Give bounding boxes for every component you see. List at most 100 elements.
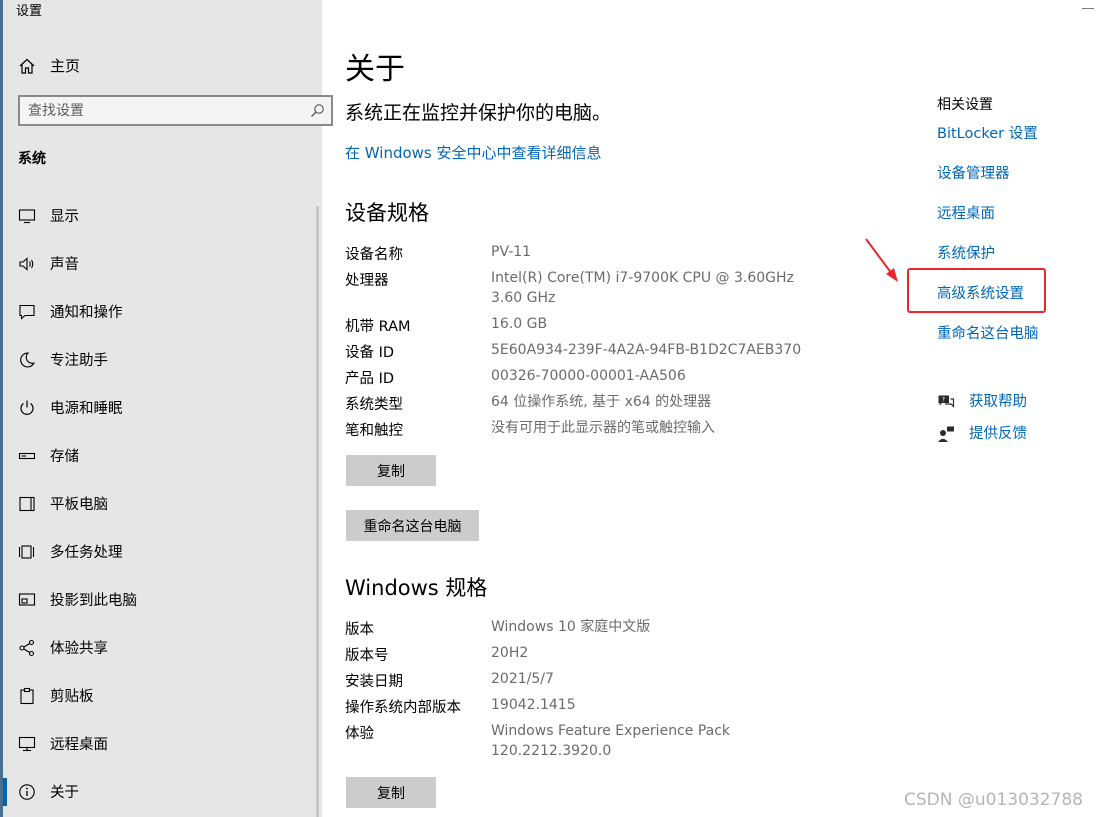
sidebar-item-focus-assist[interactable]: 专注助手	[14, 340, 314, 380]
sidebar-item-about[interactable]: 关于	[14, 772, 314, 812]
share-icon	[19, 639, 35, 657]
window-left-edge	[0, 0, 3, 817]
copy-device-specs-button[interactable]: 复制	[346, 455, 436, 486]
sidebar-item-label: 专注助手	[50, 353, 108, 369]
spec-label: 设备 ID	[345, 345, 395, 361]
window-title: 设置	[16, 4, 43, 19]
give-feedback-label: 提供反馈	[969, 426, 1027, 442]
spec-value: 00326-70000-00001-AA506	[491, 368, 686, 384]
bitlocker-settings-link[interactable]: BitLocker 设置	[937, 122, 1038, 143]
remote-desktop-link[interactable]: 远程桌面	[937, 202, 995, 223]
copy-windows-specs-button[interactable]: 复制	[346, 777, 436, 808]
spec-value: Windows Feature Experience Pack	[491, 723, 731, 739]
rename-this-pc-link[interactable]: 重命名这台电脑	[937, 322, 1039, 343]
sidebar-item-label: 体验共享	[50, 641, 108, 657]
sidebar-item-shared-experiences[interactable]: 体验共享	[14, 628, 314, 668]
navigation-pane: 设置 主页 系统 显示 声音 通知和操作	[0, 0, 333, 817]
sidebar-item-label: 存储	[50, 449, 79, 465]
power-icon	[20, 400, 34, 415]
spec-value: 没有可用于此显示器的笔或触控输入	[491, 420, 715, 436]
tablet-icon	[19, 496, 35, 512]
spec-label: 机带 RAM	[345, 319, 411, 335]
sidebar-item-storage[interactable]: 存储	[14, 436, 314, 476]
display-icon	[18, 209, 36, 224]
notification-icon	[19, 304, 35, 320]
sidebar-item-label: 远程桌面	[50, 737, 108, 753]
spec-label: 体验	[345, 726, 374, 742]
remote-desktop-icon	[18, 736, 36, 752]
spec-value: 16.0 GB	[491, 316, 548, 332]
spec-label: 版本号	[345, 648, 389, 664]
spec-label: 设备名称	[345, 247, 403, 263]
sidebar-item-label: 多任务处理	[50, 545, 123, 561]
spec-value: Intel(R) Core(TM) i7-9700K CPU @ 3.60GHz	[491, 270, 794, 286]
device-manager-link[interactable]: 设备管理器	[937, 162, 1010, 183]
sidebar-item-tablet[interactable]: 平板电脑	[14, 484, 314, 524]
sidebar-item-notifications[interactable]: 通知和操作	[14, 292, 314, 332]
sidebar-item-label: 电源和睡眠	[50, 401, 123, 417]
system-protection-link[interactable]: 系统保护	[937, 242, 995, 263]
sidebar-item-clipboard[interactable]: 剪贴板	[14, 676, 314, 716]
nav-home-label: 主页	[50, 57, 81, 75]
sidebar-item-remote-desktop[interactable]: 远程桌面	[14, 724, 314, 764]
rename-pc-button[interactable]: 重命名这台电脑	[346, 510, 479, 541]
projection-icon	[18, 593, 36, 606]
spec-value: 19042.1415	[491, 697, 576, 713]
svg-text:?: ?	[942, 396, 945, 404]
search-input[interactable]	[28, 101, 288, 121]
sidebar-item-display[interactable]: 显示	[14, 196, 314, 236]
spec-label: 笔和触控	[345, 423, 403, 439]
get-help-link[interactable]: ? 获取帮助	[937, 390, 1077, 414]
get-help-label: 获取帮助	[969, 394, 1027, 410]
device-specs-heading: 设备规格	[345, 201, 429, 225]
spec-label: 版本	[345, 622, 374, 638]
sidebar-item-label: 关于	[50, 785, 79, 801]
feedback-icon	[938, 426, 954, 442]
spec-value: 3.60 GHz	[491, 290, 556, 306]
watermark: CSDN @u013032788	[904, 790, 1083, 810]
nav-home[interactable]: 主页	[14, 50, 314, 80]
search-icon[interactable]	[310, 103, 325, 118]
spec-label: 安装日期	[345, 674, 403, 690]
sidebar-item-label: 显示	[50, 209, 79, 225]
moon-icon	[20, 352, 36, 368]
page-title: 关于	[345, 52, 405, 87]
sidebar-item-label: 平板电脑	[50, 497, 108, 513]
spec-value: 20H2	[491, 645, 529, 661]
spec-value: 2021/5/7	[491, 671, 554, 687]
spec-label: 操作系统内部版本	[345, 700, 461, 716]
clipboard-icon	[20, 687, 34, 705]
sidebar-item-label: 声音	[50, 257, 79, 273]
active-item-indicator	[3, 778, 7, 806]
speaker-icon	[19, 257, 34, 271]
storage-icon	[18, 452, 36, 460]
spec-label: 处理器	[345, 273, 389, 289]
sidebar-item-multitasking[interactable]: 多任务处理	[14, 532, 314, 572]
spec-value: PV-11	[491, 244, 532, 260]
spec-value: 5E60A934-239F-4A2A-94FB-B1D2C7AEB370	[491, 342, 802, 358]
give-feedback-link[interactable]: 提供反馈	[937, 422, 1077, 446]
sidebar-item-project-to-pc[interactable]: 投影到此电脑	[14, 580, 314, 620]
info-icon	[19, 784, 35, 800]
windows-specs-heading: Windows 规格	[345, 576, 488, 600]
sidebar-item-label: 投影到此电脑	[50, 593, 137, 609]
multitasking-icon	[18, 545, 35, 559]
sidebar-item-label: 剪贴板	[50, 689, 94, 705]
annotation-highlight-box	[907, 268, 1046, 313]
spec-value: Windows 10 家庭中文版	[491, 619, 651, 635]
related-settings-title: 相关设置	[937, 97, 993, 113]
protection-status-text: 系统正在监控并保护你的电脑。	[345, 102, 612, 124]
annotation-arrow-icon	[865, 238, 898, 282]
search-box[interactable]	[18, 95, 333, 126]
section-title: 系统	[18, 151, 46, 167]
spec-label: 产品 ID	[345, 371, 395, 387]
spec-value: 120.2212.3920.0	[491, 743, 612, 759]
minimize-icon[interactable]	[1082, 8, 1094, 9]
sidebar-scrollbar[interactable]	[316, 206, 319, 817]
security-center-link[interactable]: 在 Windows 安全中心中查看详细信息	[345, 142, 602, 163]
sidebar-item-sound[interactable]: 声音	[14, 244, 314, 284]
sidebar-item-label: 通知和操作	[50, 305, 123, 321]
sidebar-item-power-sleep[interactable]: 电源和睡眠	[14, 388, 314, 428]
spec-label: 系统类型	[345, 397, 403, 413]
spec-value: 64 位操作系统, 基于 x64 的处理器	[491, 394, 712, 410]
